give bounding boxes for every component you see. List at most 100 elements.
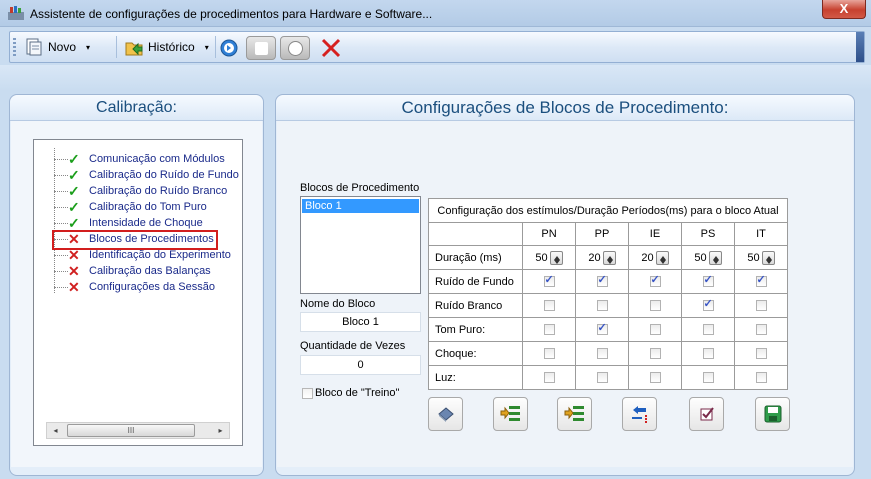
spinner-value: 20 [641,251,654,264]
historico-dropdown-arrow[interactable]: ▾ [205,43,209,52]
go-forward-icon[interactable] [220,39,238,57]
cross-icon: ✕ [68,247,80,263]
stimulus-checkbox[interactable] [649,324,661,336]
toolbar-separator [215,36,216,58]
check-icon: ✓ [68,215,80,231]
scroll-left-icon[interactable]: ◂ [47,423,64,438]
blocks-list-item[interactable]: Bloco 1 [302,199,419,213]
stimulus-checkbox[interactable] [702,324,714,336]
check-icon: ✓ [68,167,80,183]
clear-block-button[interactable] [428,397,463,431]
stimulus-checkbox[interactable] [649,372,661,384]
tree-item-label: Calibração das Balanças [89,265,211,277]
calibration-title: Calibração: [10,95,263,121]
historico-button[interactable]: Histórico ▾ [120,35,213,59]
stimulus-checkbox[interactable] [702,372,714,384]
stimulus-checkbox[interactable] [649,273,661,288]
blocks-list[interactable]: Bloco 1 [300,196,421,294]
add-block-button[interactable] [493,397,528,431]
confirm-block-button[interactable] [689,397,724,431]
toolbar-grip[interactable] [13,38,16,58]
spinner-arrows-icon[interactable] [549,250,563,265]
toolbar-overflow-button[interactable] [856,32,864,62]
spinner-arrows-icon[interactable] [708,250,722,265]
novo-button[interactable]: Novo ▾ [20,35,94,59]
stimulus-checkbox[interactable] [755,300,767,312]
stimulus-checkbox[interactable] [543,372,555,384]
check-icon [700,407,714,421]
spinner-value: 50 [747,251,760,264]
stimulus-checkbox[interactable] [596,300,608,312]
duracao-row-label: Duração (ms) [428,245,523,270]
treino-label: Bloco de "Treino" [315,387,400,399]
stimulus-checkbox[interactable] [543,273,555,288]
history-folder-icon [125,42,143,56]
tree-item-label: Comunicação com Módulos [89,153,225,165]
pause-icon [288,41,303,56]
new-document-icon [26,38,42,56]
spinner-value: 20 [588,251,601,264]
save-icon [764,405,781,423]
spinner-arrows-icon[interactable] [655,250,669,265]
stimulus-checkbox[interactable] [702,348,714,360]
stimulus-checkbox[interactable] [596,372,608,384]
tree-item-label: Calibração do Tom Puro [89,201,207,213]
row-label: Tom Puro: [428,317,523,342]
cross-icon: ✕ [68,263,80,279]
stimulus-checkbox[interactable] [596,273,608,288]
tree-horizontal-scrollbar[interactable]: ◂ III ▸ [46,422,230,439]
spinner-arrows-icon[interactable] [761,250,775,265]
treino-checkbox[interactable] [302,388,313,399]
column-header-ie: IE [628,222,682,246]
duracao-spinner[interactable]: 50 [747,250,775,265]
cross-icon: ✕ [68,279,80,295]
column-header-pn: PN [522,222,576,246]
duracao-spinner[interactable]: 20 [641,250,669,265]
blocks-label: Blocos de Procedimento [300,182,420,194]
stimulus-checkbox[interactable] [543,300,555,312]
scroll-thumb[interactable]: III [67,424,195,437]
move-left-icon [631,406,647,423]
check-icon: ✓ [68,183,80,199]
historico-label: Histórico [148,40,195,54]
stop-button[interactable] [246,36,276,60]
row-label: Luz: [428,365,523,390]
stimulus-checkbox[interactable] [755,372,767,384]
cancel-icon[interactable] [320,37,342,59]
insert-block-button[interactable] [557,397,592,431]
grid-corner [428,222,523,246]
stimulus-checkbox[interactable] [755,273,767,288]
stimulus-checkbox[interactable] [755,348,767,360]
save-block-button[interactable] [755,397,790,431]
scroll-right-icon[interactable]: ▸ [212,423,229,438]
move-block-button[interactable] [622,397,657,431]
pause-button[interactable] [280,36,310,60]
calibration-tree[interactable]: ✓ Comunicação com Módulos ✓ Calibração d… [33,139,243,446]
duracao-spinner[interactable]: 50 [535,250,563,265]
header-strip [0,65,871,91]
close-window-button[interactable]: X [822,0,866,19]
stimulus-checkbox[interactable] [755,324,767,336]
stimulus-checkbox[interactable] [702,297,714,312]
tree-item-selected[interactable]: ✕ Blocos de Procedimentos [52,230,218,250]
stimulus-checkbox[interactable] [596,348,608,360]
toolbar: Novo ▾ Histórico ▾ [9,31,865,63]
stimulus-checkbox[interactable] [543,348,555,360]
duracao-spinner[interactable]: 20 [588,250,616,265]
nome-field[interactable]: Bloco 1 [300,312,421,332]
stimulus-checkbox[interactable] [596,321,608,336]
duracao-spinner[interactable]: 50 [694,250,722,265]
novo-dropdown-arrow[interactable]: ▾ [86,43,90,52]
spinner-value: 50 [694,251,707,264]
spinner-arrows-icon[interactable] [602,250,616,265]
novo-label: Novo [48,40,77,54]
block-config-title: Configurações de Blocos de Procedimento: [276,95,854,121]
stimulus-checkbox[interactable] [649,300,661,312]
stimulus-checkbox[interactable] [543,324,555,336]
tree-item-label: Calibração do Ruído de Fundo [89,169,239,181]
grid-caption: Configuração dos estímulos/Duração Perío… [428,198,788,223]
quantidade-field[interactable]: 0 [300,355,421,375]
cross-icon: ✕ [68,231,80,247]
stimulus-checkbox[interactable] [702,273,714,288]
stimulus-checkbox[interactable] [649,348,661,360]
